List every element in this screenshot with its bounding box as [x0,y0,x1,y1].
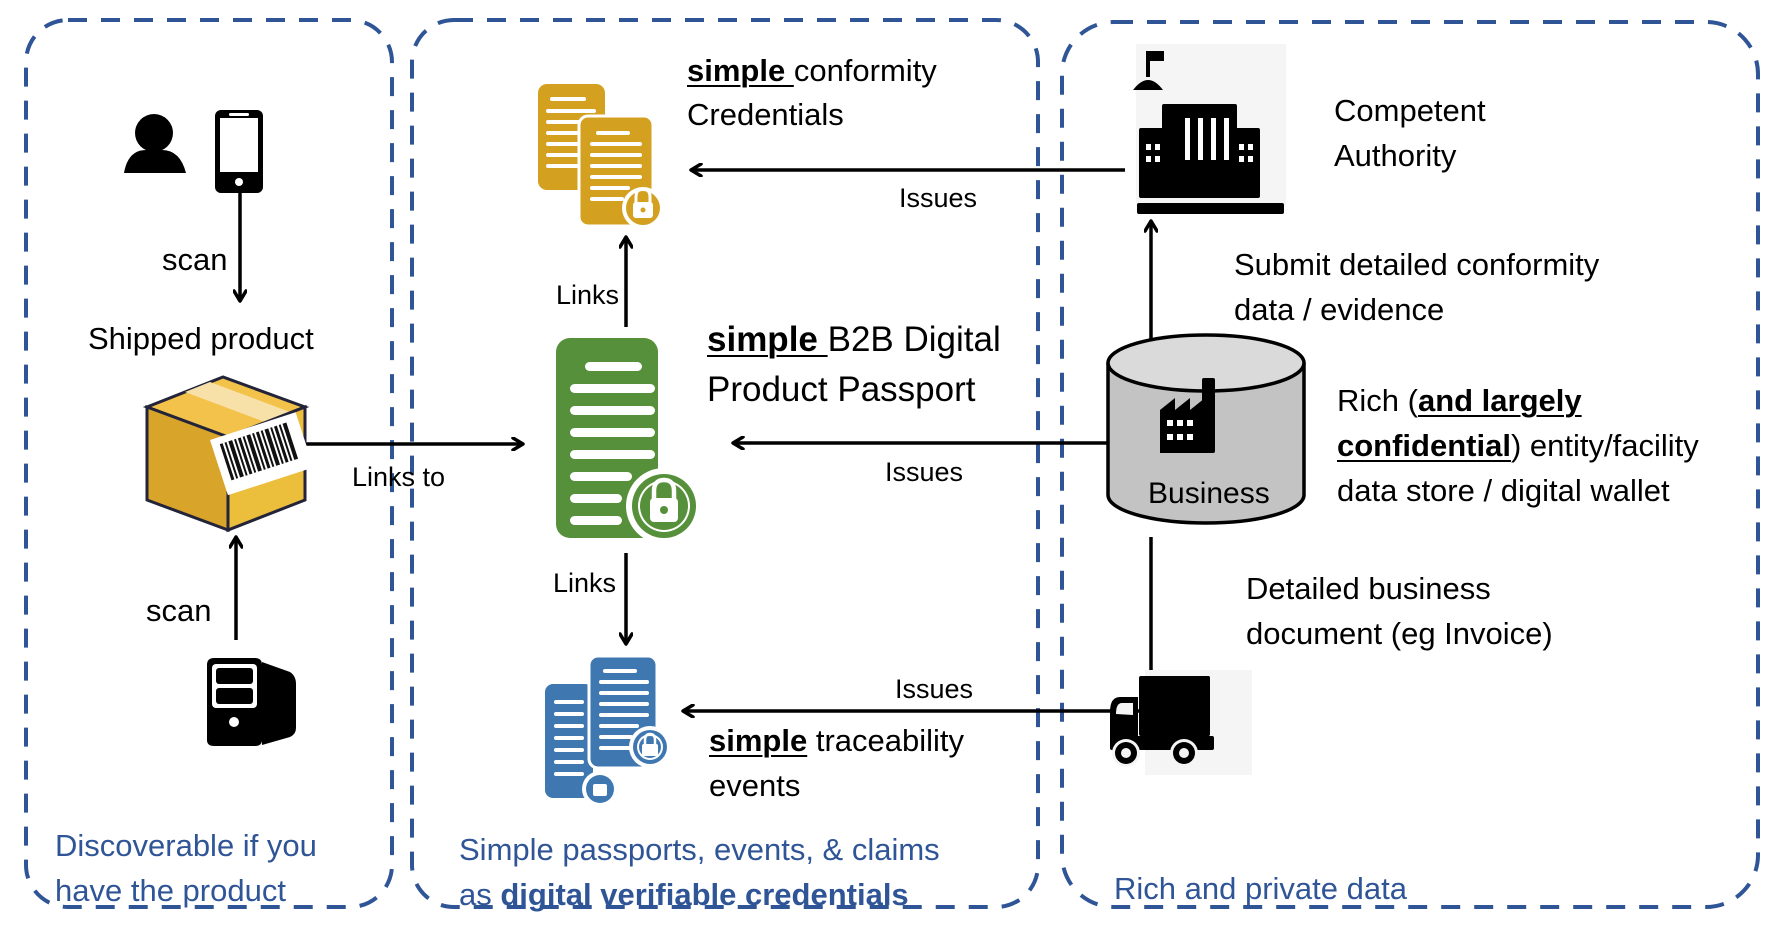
traceability-events-label-2: events [709,768,801,803]
edge-label-links-down: Links [553,568,617,598]
business-label: Business [1148,477,1270,510]
edge-label-scanner-scan: scan [146,593,212,628]
edge-label-issues-passport: Issues [885,457,964,487]
label-rest: traceability [807,723,965,758]
competent-authority-label-2: Authority [1334,138,1457,173]
zone-discoverable-caption-2: have the product [55,873,286,908]
person-icon [124,114,186,173]
edge-label-links-to: Links to [352,462,446,492]
zone-private-caption: Rich and private data [1114,871,1407,906]
desc-emphasis-1: and largely [1417,383,1582,418]
edge-label-invoice-2: document (eg Invoice) [1246,616,1553,651]
caption-emphasis: digital verifiable credentials [500,877,909,912]
conformity-credentials-label: simple conformity [687,48,937,93]
barcode-box-icon [142,375,314,533]
product-passport-label: simple B2B Digital [707,315,1001,365]
zone-credentials-caption-2: as digital verifiable credentials [459,872,909,917]
label-emphasis: simple [687,53,794,88]
product-passport-icon [556,338,702,544]
edge-label-submit-1: Submit detailed conformity [1234,247,1600,282]
label-rest: B2B Digital [827,320,1001,359]
desc-prefix: Rich ( [1337,383,1418,418]
traceability-events-label: simple traceability [709,718,964,763]
label-emphasis: simple [709,723,808,758]
business-desc-3: data store / digital wallet [1337,473,1670,508]
government-building-icon [1133,44,1286,214]
computer-tower-icon [207,658,296,746]
edge-label-issues-credentials: Issues [899,183,978,213]
edge-label-phone-scan: scan [162,242,228,277]
smartphone-icon [215,110,263,193]
desc-rest: ) entity/facility [1510,428,1699,463]
label-emphasis: simple [707,320,828,359]
conformity-credentials-label-2: Credentials [687,97,844,132]
caption-prefix: as [459,877,501,912]
product-passport-label-2: Product Passport [707,370,976,409]
edge-label-submit-2: data / evidence [1234,292,1445,327]
edge-label-invoice-1: Detailed business [1246,571,1491,606]
business-desc-2: confidential) entity/facility [1337,423,1699,468]
edge-label-issues-events: Issues [895,674,974,704]
shipped-product-label: Shipped product [88,321,314,356]
competent-authority-label-1: Competent [1334,93,1486,128]
label-rest: conformity [793,53,937,88]
desc-emphasis-2: confidential [1337,428,1511,463]
zone-discoverable-caption-1: Discoverable if you [55,828,317,863]
traceability-events-icon [545,654,671,807]
business-desc-1: Rich (and largely [1337,378,1582,423]
edge-label-links-up: Links [556,280,620,310]
zone-credentials-caption-1: Simple passports, events, & claims [459,832,940,867]
conformity-credentials-icon [538,84,664,229]
truck-icon [1110,670,1252,775]
